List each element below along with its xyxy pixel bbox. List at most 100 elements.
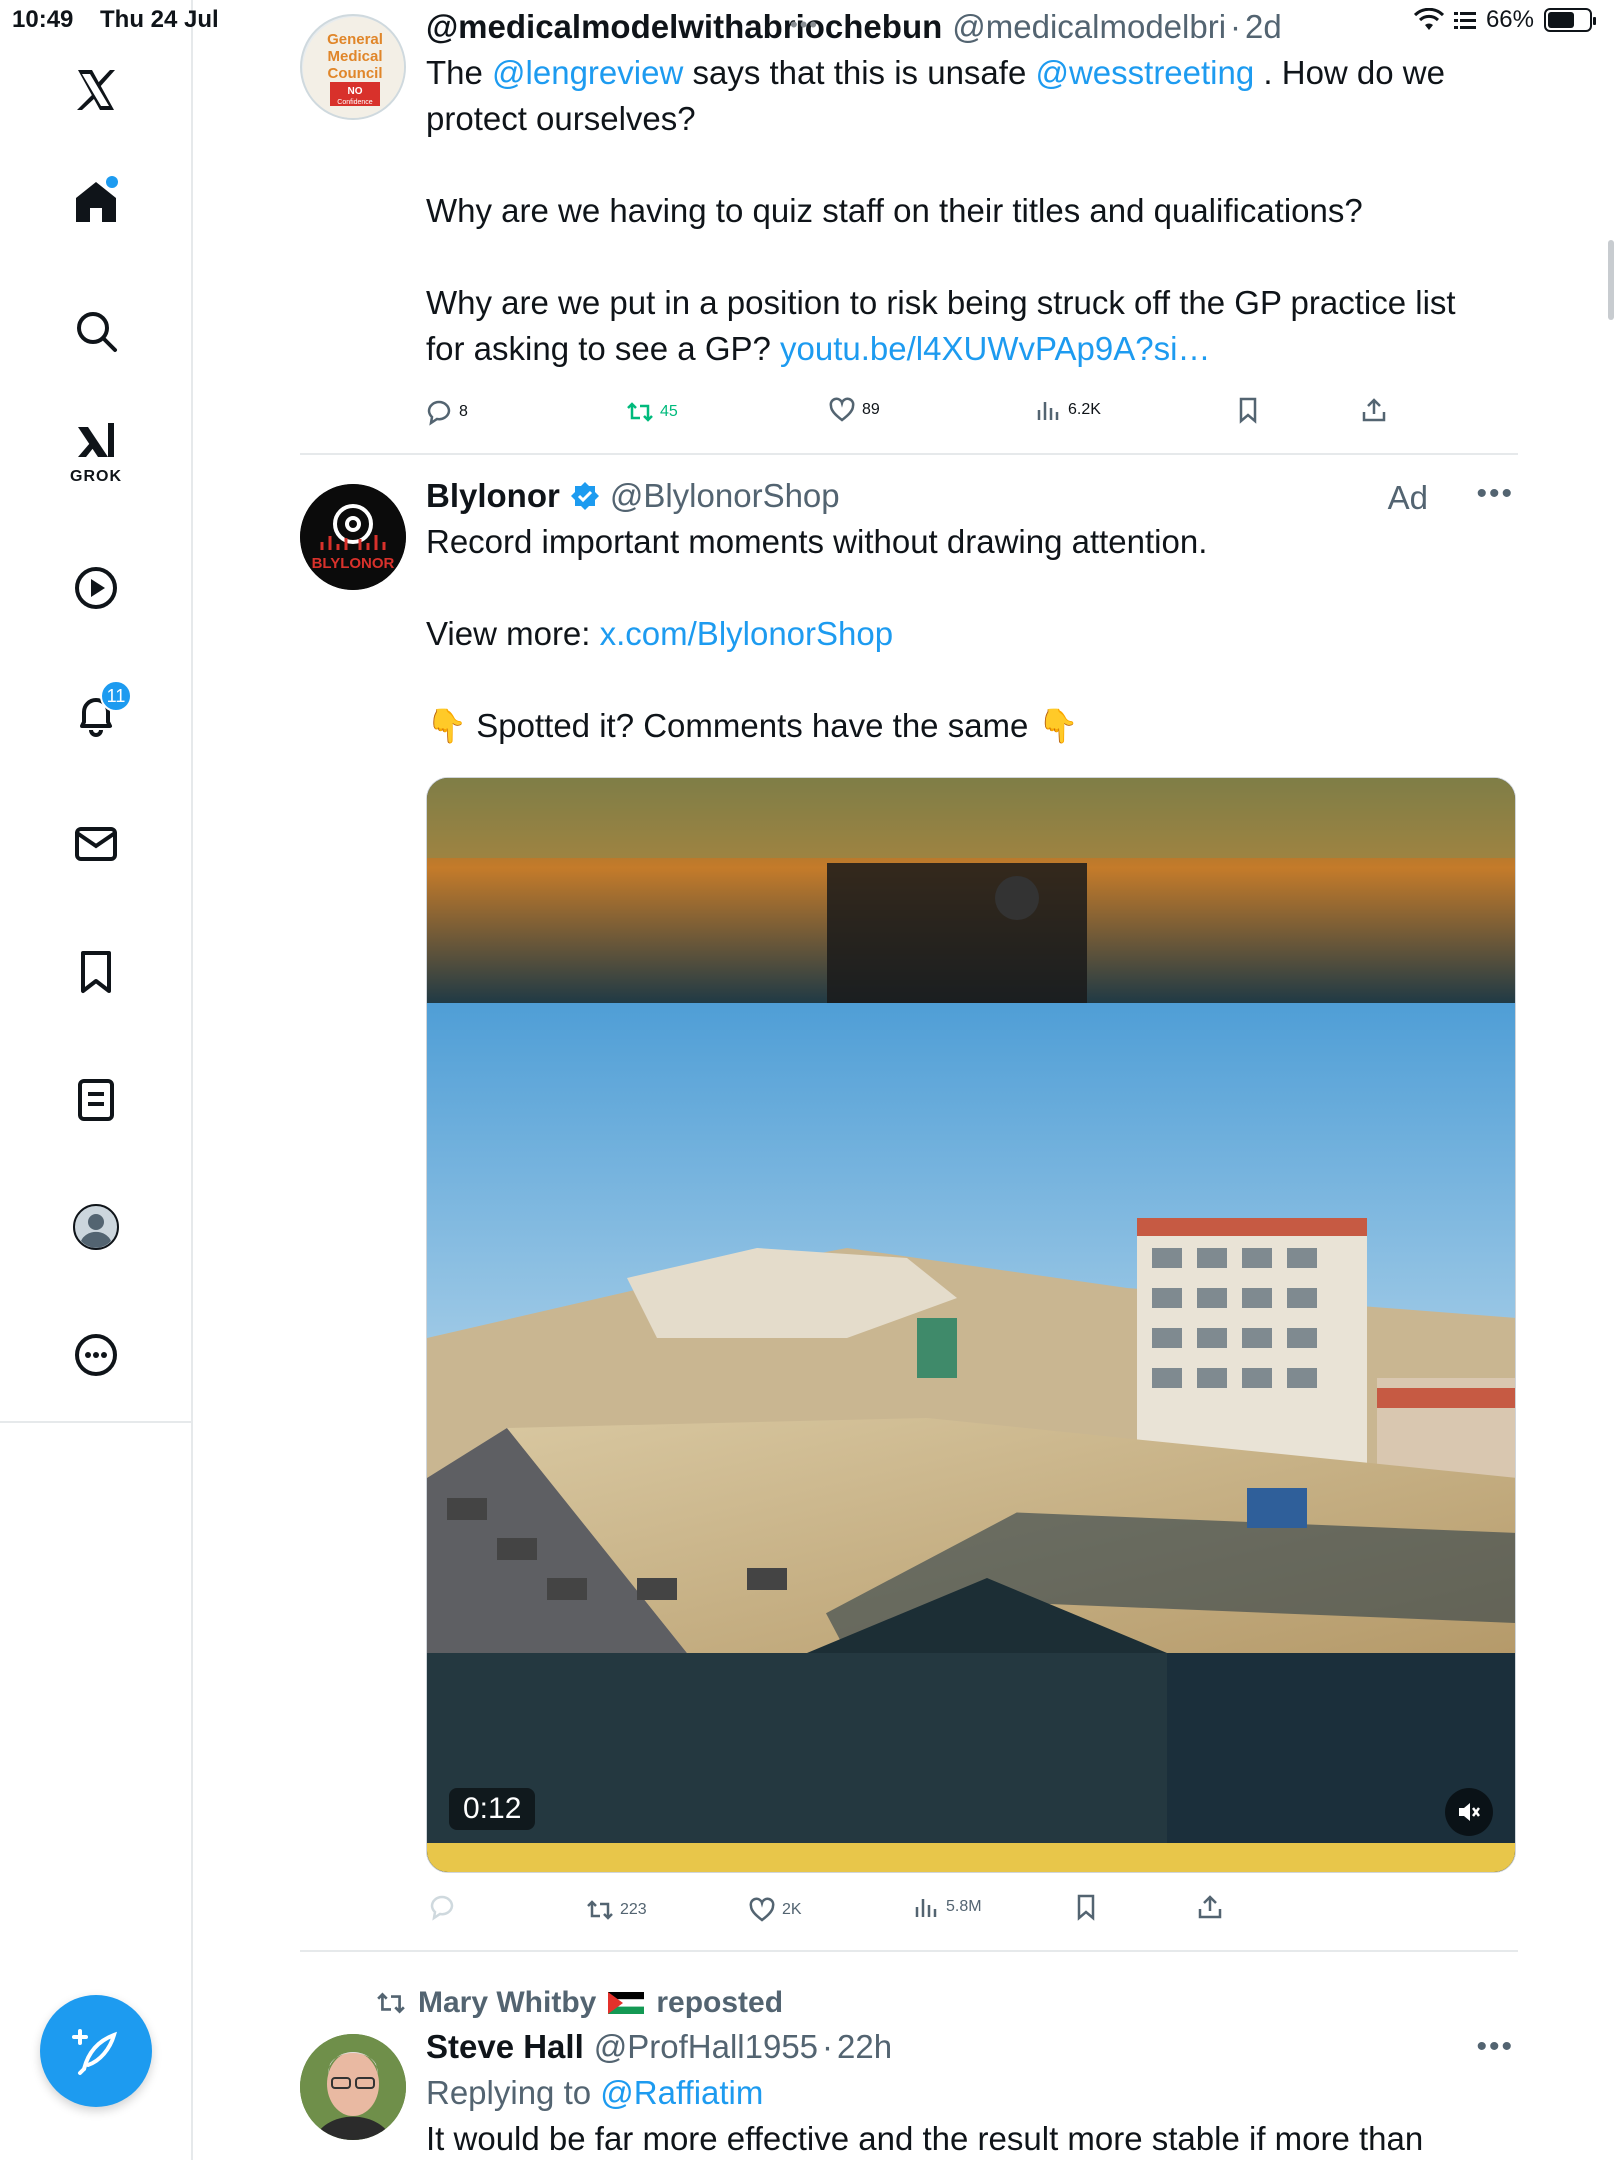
repost-context[interactable]: Mary Whitby reposted: [376, 1986, 783, 2020]
repost-count: 45: [660, 403, 678, 420]
status-time: 10:49: [12, 6, 74, 33]
repost-icon: [377, 1992, 405, 2014]
repost-count: 223: [620, 1901, 647, 1918]
sidebar-item-home[interactable]: [56, 162, 136, 242]
replying-to-line: Replying to @Raffiatim: [426, 2070, 1518, 2116]
reply-icon: [430, 1895, 454, 1921]
tweet-time[interactable]: 22h: [837, 2028, 892, 2066]
share-icon: [1362, 398, 1386, 422]
sidebar-item-profile[interactable]: [56, 1187, 136, 1267]
envelope-icon: [75, 827, 117, 861]
pointing-down-emoji: 👇: [1037, 707, 1079, 744]
multitasking-dots-icon[interactable]: •••: [790, 12, 819, 38]
tweet-line: The @lengreview says that this is unsafe…: [426, 50, 1518, 96]
more-options-icon[interactable]: •••: [1476, 477, 1514, 511]
sidebar-item-explore[interactable]: [56, 291, 136, 371]
video-frame-thumbnail: [427, 778, 1515, 1872]
battery-percent: 66%: [1485, 6, 1534, 33]
sidebar-item-grok[interactable]: GROK: [56, 410, 136, 490]
tweet-body: @medicalmodelwithabriochebun @medicalmod…: [426, 8, 1518, 372]
share-icon: [1198, 1895, 1222, 1919]
more-circle-icon: [75, 1334, 117, 1376]
grok-label: GROK: [70, 468, 122, 485]
play-circle-icon: [75, 567, 117, 609]
notification-count-badge: 11: [100, 680, 132, 712]
sidebar-item-notifications[interactable]: 11: [56, 676, 136, 756]
repost-button[interactable]: 223: [586, 1896, 647, 1924]
avatar-word-2: Medical: [327, 48, 382, 65]
author-name[interactable]: Steve Hall: [426, 2028, 584, 2066]
views-button[interactable]: 6.2K: [1034, 396, 1101, 424]
battery-level-fill: [1548, 12, 1575, 28]
sidebar-item-messages[interactable]: [56, 804, 136, 884]
bookmark-icon: [1239, 397, 1257, 424]
reply-button[interactable]: 8: [425, 398, 468, 426]
bookmark-icon: [81, 951, 111, 993]
bookmark-button[interactable]: [1234, 396, 1262, 424]
author-name[interactable]: Blylonor: [426, 477, 560, 515]
wifi-icon: [1413, 8, 1444, 30]
mute-button[interactable]: [1445, 1788, 1493, 1836]
compose-post-button[interactable]: [40, 1995, 152, 2107]
tweet-text: The @lengreview says that this is unsafe…: [426, 50, 1518, 372]
repost-button[interactable]: 45: [626, 398, 678, 426]
text-segment: says that this is unsafe: [683, 54, 1036, 91]
views-chart-icon: [915, 1899, 937, 1917]
mention-link-raffiatim[interactable]: @Raffiatim: [600, 2074, 763, 2111]
like-button[interactable]: 2K: [748, 1896, 802, 1924]
scrollbar-thumb[interactable]: [1608, 240, 1614, 320]
mention-link-wesstreeting[interactable]: @wesstreeting: [1035, 54, 1254, 91]
text-segment: Replying to: [426, 2074, 601, 2111]
tweet-body: Blylonor @BlylonorShop Record important …: [426, 477, 1518, 749]
tweet-line: for asking to see a GP? youtu.be/l4XUWvP…: [426, 326, 1518, 372]
speaker-muted-icon: [1459, 1803, 1480, 1821]
verified-badge-icon: [570, 482, 599, 510]
tweet-steve-hall[interactable]: Steve Hall @ProfHall1955 · 22h Replying …: [300, 2028, 1518, 2160]
youtube-link[interactable]: youtu.be/l4XUWvPAp9A?si…: [780, 330, 1210, 367]
sidebar-item-bookmarks[interactable]: [56, 932, 136, 1012]
pointing-down-emoji: 👇: [426, 707, 468, 744]
views-chart-icon: [1037, 402, 1059, 420]
views-button[interactable]: 5.8M: [912, 1893, 982, 1921]
share-button[interactable]: [1360, 396, 1388, 424]
tweet-header: Steve Hall @ProfHall1955 · 22h: [426, 2028, 1518, 2066]
author-handle[interactable]: @BlylonorShop: [610, 477, 840, 515]
profile-avatar-icon: [73, 1204, 119, 1250]
tweet-line: Why are we having to quiz staff on their…: [426, 192, 1363, 229]
author-handle[interactable]: @ProfHall1955: [594, 2028, 818, 2066]
avatar-word-4: NO: [348, 86, 363, 97]
mention-link-lengreview[interactable]: @lengreview: [492, 54, 683, 91]
text-segment: The: [426, 54, 493, 91]
share-button[interactable]: [1196, 1893, 1224, 1921]
user-photo-avatar: [300, 2034, 406, 2140]
text-segment: for asking to see a GP?: [426, 330, 781, 367]
shop-link[interactable]: x.com/BlylonorShop: [600, 615, 893, 652]
reply-button[interactable]: [428, 1893, 462, 1921]
avatar[interactable]: [300, 2034, 406, 2140]
tweet-medicalmodel[interactable]: General Medical Council NO Confidence @m…: [300, 0, 1518, 455]
sidebar-item-lists[interactable]: [56, 1060, 136, 1140]
more-options-icon[interactable]: •••: [1476, 2030, 1514, 2064]
sidebar-item-more[interactable]: [56, 1315, 136, 1395]
ad-label: Ad: [1387, 479, 1428, 516]
like-count: 89: [862, 401, 880, 418]
view-count: 5.8M: [946, 1898, 982, 1915]
tweet-line: Record important moments without drawing…: [426, 523, 1208, 560]
bookmark-icon: [1077, 1894, 1095, 1921]
avatar[interactable]: BLYLONOR: [300, 484, 406, 590]
tweet-header: Blylonor @BlylonorShop: [426, 477, 1518, 515]
x-logo-icon[interactable]: [56, 50, 136, 130]
bookmark-button[interactable]: [1072, 1893, 1100, 1921]
like-count: 2K: [782, 1901, 802, 1918]
palestine-flag-icon: [608, 1992, 645, 2014]
avatar-word-5: Confidence: [337, 99, 373, 106]
like-button[interactable]: 89: [828, 396, 880, 424]
reposter-name[interactable]: Mary Whitby: [418, 1986, 596, 2020]
repost-icon: [587, 1900, 613, 1920]
ad-video-player[interactable]: 0:12: [426, 777, 1516, 1873]
view-count: 6.2K: [1068, 401, 1101, 418]
sidebar-item-video[interactable]: [56, 548, 136, 628]
